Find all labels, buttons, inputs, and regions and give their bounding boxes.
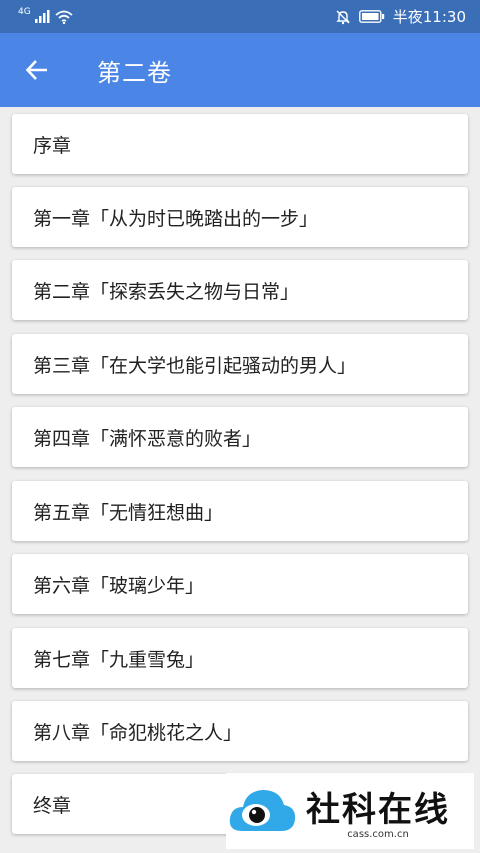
chapter-item[interactable]: 序章 (12, 114, 468, 174)
chapter-item[interactable]: 第六章「玻璃少年」 (12, 554, 468, 614)
chapter-item[interactable]: 第四章「满怀恶意的败者」 (12, 407, 468, 467)
chapter-label: 第八章「命犯桃花之人」 (33, 721, 243, 744)
watermark: 社科在线 cass.com.cn (226, 773, 474, 849)
status-left: 4G (18, 7, 73, 24)
network-type: 4G (18, 7, 31, 17)
chapter-label: 第二章「探索丢失之物与日常」 (33, 280, 300, 303)
chapter-label: 第三章「在大学也能引起骚动的男人」 (33, 354, 357, 377)
status-right: 半夜11:30 (335, 6, 466, 27)
page-title: 第二卷 (97, 58, 172, 87)
signal-icon (34, 10, 50, 23)
chapter-label: 第五章「无情狂想曲」 (33, 501, 224, 524)
arrow-left-icon (25, 60, 47, 80)
status-bar: 4G 半夜11:30 (0, 0, 480, 33)
watermark-url: cass.com.cn (347, 829, 409, 840)
chapter-label: 第七章「九重雪兔」 (33, 648, 205, 671)
chapter-label: 终章 (33, 794, 72, 817)
watermark-text: 社科在线 cass.com.cn (306, 782, 450, 840)
status-time: 半夜11:30 (392, 8, 466, 26)
chapter-label: 序章 (33, 134, 72, 157)
chapter-item[interactable]: 第五章「无情狂想曲」 (12, 481, 468, 541)
chapter-item[interactable]: 第七章「九重雪兔」 (12, 628, 468, 688)
chapter-item[interactable]: 第三章「在大学也能引起骚动的男人」 (12, 334, 468, 394)
chapter-label: 第四章「满怀恶意的败者」 (33, 427, 262, 450)
wifi-icon (55, 10, 73, 24)
chapter-label: 第六章「玻璃少年」 (33, 574, 205, 597)
chapter-item[interactable]: 第一章「从为时已晚踏出的一步」 (12, 187, 468, 247)
battery-icon (358, 10, 384, 23)
watermark-name: 社科在线 (306, 790, 450, 830)
chapter-item[interactable]: 第二章「探索丢失之物与日常」 (12, 260, 468, 320)
cloud-eye-logo-icon (229, 790, 296, 831)
bell-muted-icon (336, 10, 350, 24)
back-button[interactable] (22, 55, 52, 85)
app-bar: 第二卷 (0, 33, 480, 107)
chapter-label: 第一章「从为时已晚踏出的一步」 (33, 207, 319, 230)
chapter-item[interactable]: 第八章「命犯桃花之人」 (12, 701, 468, 761)
